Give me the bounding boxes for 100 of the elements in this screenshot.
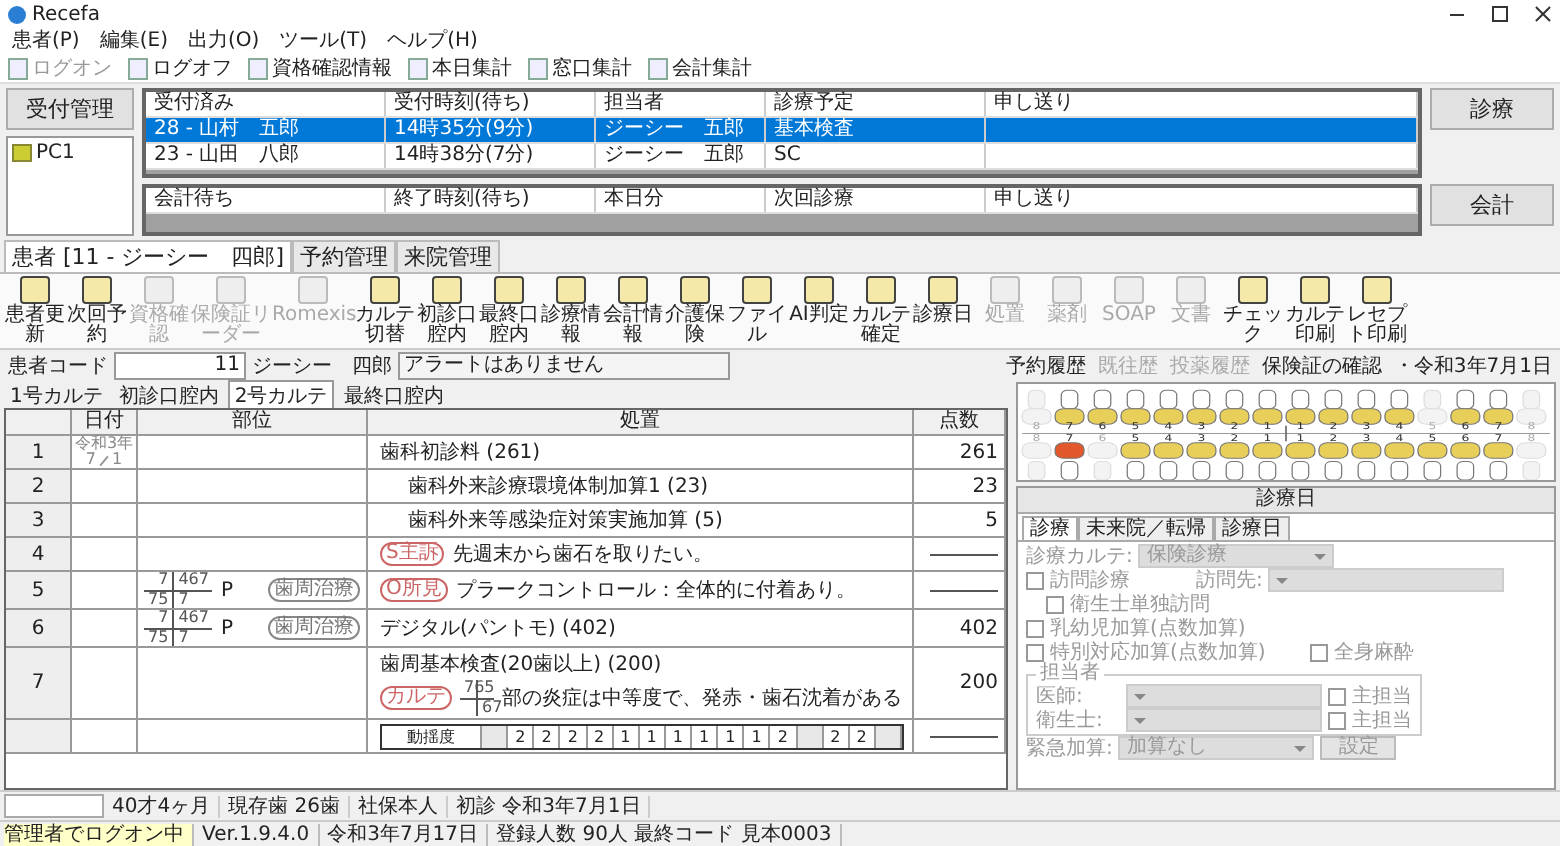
tooth-icon <box>1021 389 1052 425</box>
column-header: 受付時刻(待ち) <box>386 92 596 116</box>
row-header: 1 <box>6 436 72 468</box>
terminal-list: PC1 <box>6 136 134 236</box>
checkbox-label: 主担当 <box>1352 683 1412 709</box>
toolbar-button[interactable]: 初診口腔内 <box>416 276 478 346</box>
insurance-check-link[interactable]: 保険証の確認 <box>1261 352 1382 380</box>
procedure-text: 歯科外来等感染症対策実施加算 (5) <box>408 507 723 534</box>
grid-cell: 1 <box>718 725 745 747</box>
toolbar-button[interactable]: レセプト印刷 <box>1346 276 1408 346</box>
menu-item[interactable]: 患者(P) <box>12 29 80 53</box>
tab[interactable]: 2号カルテ <box>228 379 334 411</box>
tooth-icon <box>1120 389 1151 425</box>
app-icon <box>8 5 26 23</box>
points: 261 <box>959 441 998 463</box>
procedure-text: 歯科外来診療環境体制加算1 (23) <box>408 473 709 500</box>
column-header: 本日分 <box>596 188 766 212</box>
tooth-icon <box>1483 389 1514 425</box>
toolbar-button[interactable]: カルテ確定 <box>850 276 912 346</box>
row-header: 5 <box>6 572 72 608</box>
checkbox-label: 乳幼児加算(点数加算) <box>1050 615 1246 641</box>
grid-cell: 1 <box>639 725 666 747</box>
toolbar-button[interactable]: ファイル <box>726 276 788 346</box>
reception-button[interactable]: 受付管理 <box>6 88 134 130</box>
procedure-text: 歯周基本検査(20歯以上) (200) <box>380 651 662 678</box>
tooth-icon <box>1252 389 1283 425</box>
toolbar-button[interactable]: カルテ切替 <box>354 276 416 346</box>
procedure-text: デジタル(パントモ) (402) <box>380 616 616 642</box>
column-header: 会計待ち <box>146 188 386 212</box>
alert-field: アラートはありません <box>398 352 730 380</box>
field-label: 医師: <box>1036 684 1085 709</box>
date-day: 1 <box>112 452 123 468</box>
toolbar-button[interactable]: 診療情報 <box>540 276 602 346</box>
column-header: 終了時刻(待ち) <box>386 188 596 212</box>
column-header: 点数 <box>937 410 981 434</box>
menu-item[interactable]: 編集(E) <box>99 29 168 53</box>
patient-code-field[interactable]: 11 <box>114 352 246 380</box>
toolbar-button[interactable]: 会計情報 <box>602 276 664 346</box>
menu-item[interactable]: ヘルプ(H) <box>387 29 478 53</box>
row-header: 4 <box>6 538 72 570</box>
check-date: ・令和3年7月1日 <box>1393 353 1552 380</box>
info-text: 初診 令和3年7月1日 <box>456 795 651 817</box>
column-header: 診療予定 <box>766 92 986 116</box>
grid-cell: 2 <box>534 725 561 747</box>
toolbar-button[interactable]: ログオフ <box>128 54 232 82</box>
menu-item[interactable]: 出力(O) <box>187 29 260 53</box>
tooth-icon <box>1285 389 1316 425</box>
tooth-icon <box>1054 389 1085 425</box>
toolbar-button[interactable]: AI判定 <box>788 276 850 346</box>
tab[interactable]: 患者 [11 - ジーシー 四郎] <box>4 240 293 272</box>
maximize-icon[interactable] <box>1492 6 1508 22</box>
window-title: Recefa <box>32 3 100 25</box>
tooth-icon <box>1153 389 1184 425</box>
toolbar-button[interactable]: チェック <box>1222 276 1284 346</box>
toolbar-button[interactable]: 資格確認情報 <box>248 54 392 82</box>
note-text: 部の炎症は中等度で、発赤・歯石沈着がある <box>502 685 902 712</box>
tooth-formula: 7 467 75 7 <box>144 572 213 608</box>
field-label: 衛生士: <box>1036 707 1105 734</box>
table-row[interactable]: 23 - 山田 八郎 14時38分(7分) ジーシー 五郎 SC <box>146 144 1418 170</box>
accounting-button[interactable]: 会計 <box>1430 184 1554 226</box>
toolbar-button[interactable]: 次回予約 <box>66 276 128 346</box>
menu-item[interactable]: ツール(T) <box>279 29 368 53</box>
grid-cell: 1 <box>692 725 719 747</box>
field-label: 患者コード <box>8 353 108 380</box>
column-header: 申し送り <box>986 188 1418 212</box>
tooth-icon <box>1450 389 1481 425</box>
field-label: 診療カルテ: <box>1026 543 1133 569</box>
column-header: 受付済み <box>146 92 386 116</box>
date-month: 7 <box>85 452 96 468</box>
tab[interactable]: 初診口腔内 <box>112 379 225 411</box>
minimize-icon[interactable] <box>1450 13 1464 15</box>
table-row[interactable]: 28 - 山村 五郎 14時35分(9分) ジーシー 五郎 基本検査 <box>146 118 1418 144</box>
procedure-text: 歯科初診料 (261) <box>380 439 541 466</box>
toolbar-button[interactable]: 本日集計 <box>408 54 512 82</box>
toolbar-button[interactable]: 診療日 <box>912 276 974 346</box>
status-text: 令和3年7月17日 <box>327 823 489 845</box>
tab[interactable]: 1号カルテ <box>4 379 109 411</box>
toolbar-button[interactable]: カルテ印刷 <box>1284 276 1346 346</box>
toolbar-button[interactable]: 最終口腔内 <box>478 276 540 346</box>
checkbox-label: 全身麻酔 <box>1333 639 1414 666</box>
status-text: 登録人数 90人 最終コード 見本0003 <box>496 823 842 845</box>
toolbar-button[interactable]: 会計集計 <box>648 54 752 82</box>
tooth-icon <box>1351 389 1382 425</box>
tooth-icon <box>1219 389 1250 425</box>
close-icon[interactable] <box>1536 6 1552 22</box>
empty-field <box>4 794 104 818</box>
tooth-formula: 7 467 75 7 <box>144 610 213 646</box>
toolbar-button[interactable]: 介護保険 <box>664 276 726 346</box>
tooth-icon <box>1318 389 1349 425</box>
dash-mark <box>930 553 998 555</box>
toolbar-button[interactable]: 患者更新 <box>4 276 66 346</box>
tooth-icon <box>1186 389 1217 425</box>
exam-button[interactable]: 診療 <box>1430 88 1554 130</box>
toolbar-button[interactable]: 窓口集計 <box>528 54 632 82</box>
tab[interactable]: 予約管理 <box>292 240 397 272</box>
tab[interactable]: 来院管理 <box>396 240 501 272</box>
note-text: プラークコントロール：全体的に付着あり。 <box>455 577 856 604</box>
tab[interactable]: 最終口腔内 <box>337 379 450 411</box>
checkbox-label: 主担当 <box>1352 707 1412 734</box>
history-link[interactable]: 予約履歴 <box>1005 352 1086 380</box>
